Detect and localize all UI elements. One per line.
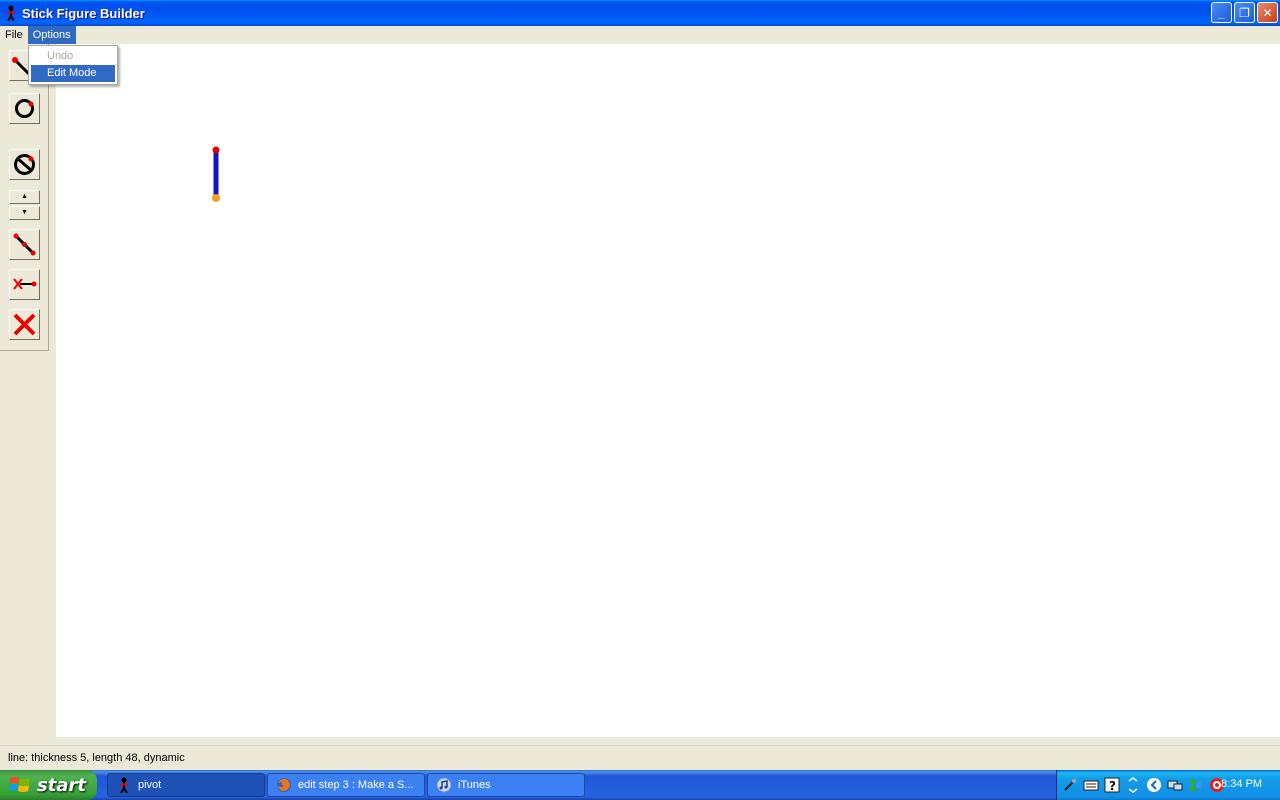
- windows-flag-icon: [9, 777, 30, 792]
- tray-toggle-icon[interactable]: [1125, 777, 1141, 793]
- stick-figure-icon: [6, 5, 16, 21]
- chevron-left-icon[interactable]: [1146, 777, 1162, 793]
- add-circle-tool[interactable]: [9, 93, 40, 124]
- task-label: pivot: [138, 779, 162, 791]
- status-text: line: thickness 5, length 48, dynamic: [8, 752, 185, 764]
- taskbar-item-itunes[interactable]: iTunes: [427, 773, 585, 797]
- task-label: iTunes: [458, 779, 491, 791]
- taskbar: start pivot edit step 3 : Make a S... iT…: [0, 770, 1280, 800]
- drawing-canvas[interactable]: [56, 44, 1280, 737]
- menu-bar: File Options: [0, 26, 1280, 44]
- close-button[interactable]: ✕: [1257, 2, 1278, 23]
- options-dropdown: Undo Edit Mode: [28, 45, 118, 85]
- menu-file[interactable]: File: [0, 26, 28, 44]
- taskbar-item-browser[interactable]: edit step 3 : Make a S...: [267, 773, 425, 797]
- tool-palette: ▲ ▼: [0, 44, 49, 351]
- clock[interactable]: 8:34 PM: [1221, 778, 1262, 790]
- circle-tool-icon: [15, 99, 34, 118]
- start-label: start: [37, 774, 86, 796]
- system-tray: ? 8:34 PM: [1056, 770, 1280, 800]
- status-bar: line: thickness 5, length 48, dynamic: [0, 745, 1280, 770]
- delete-tool[interactable]: [9, 309, 40, 340]
- network-icon[interactable]: [1167, 777, 1183, 793]
- joint-handle-orange[interactable]: [212, 194, 220, 202]
- duplicate-segment-tool[interactable]: [9, 229, 40, 260]
- menu-item-undo[interactable]: Undo: [31, 48, 115, 65]
- spin-up-button[interactable]: ▲: [9, 190, 40, 204]
- no-fill-circle-icon: [14, 154, 35, 175]
- start-button[interactable]: start: [0, 770, 97, 800]
- keyboard-icon[interactable]: [1083, 777, 1099, 793]
- spin-down-button[interactable]: ▼: [9, 206, 40, 220]
- firefox-icon: [277, 778, 291, 792]
- menu-options[interactable]: Options: [27, 26, 76, 44]
- figure-layer: [212, 146, 220, 202]
- pen-tool-icon[interactable]: [1062, 777, 1078, 793]
- menu-item-edit-mode[interactable]: Edit Mode: [31, 65, 115, 82]
- delete-x-icon: [13, 313, 36, 336]
- hollow-circle-tool[interactable]: [9, 149, 40, 180]
- task-label: edit step 3 : Make a S...: [298, 779, 414, 791]
- restore-button[interactable]: ❐: [1234, 2, 1255, 23]
- window-title: Stick Figure Builder: [22, 5, 145, 21]
- stick-figure-icon: [119, 777, 129, 793]
- taskbar-item-pivot[interactable]: pivot: [107, 773, 265, 797]
- itunes-icon: [436, 777, 452, 793]
- minimize-button[interactable]: _: [1211, 2, 1232, 23]
- title-bar[interactable]: Stick Figure Builder _ ❐ ✕: [0, 0, 1280, 26]
- help-icon[interactable]: ?: [1104, 777, 1120, 793]
- messenger-icon[interactable]: [1188, 777, 1204, 793]
- cut-segment-icon: [13, 278, 37, 290]
- segment-chain-icon: [13, 233, 36, 256]
- remove-segment-tool[interactable]: [9, 269, 40, 300]
- svg-text:?: ?: [1109, 779, 1116, 793]
- window-controls: _ ❐ ✕: [1211, 2, 1278, 23]
- joint-handle-red[interactable]: [212, 146, 220, 154]
